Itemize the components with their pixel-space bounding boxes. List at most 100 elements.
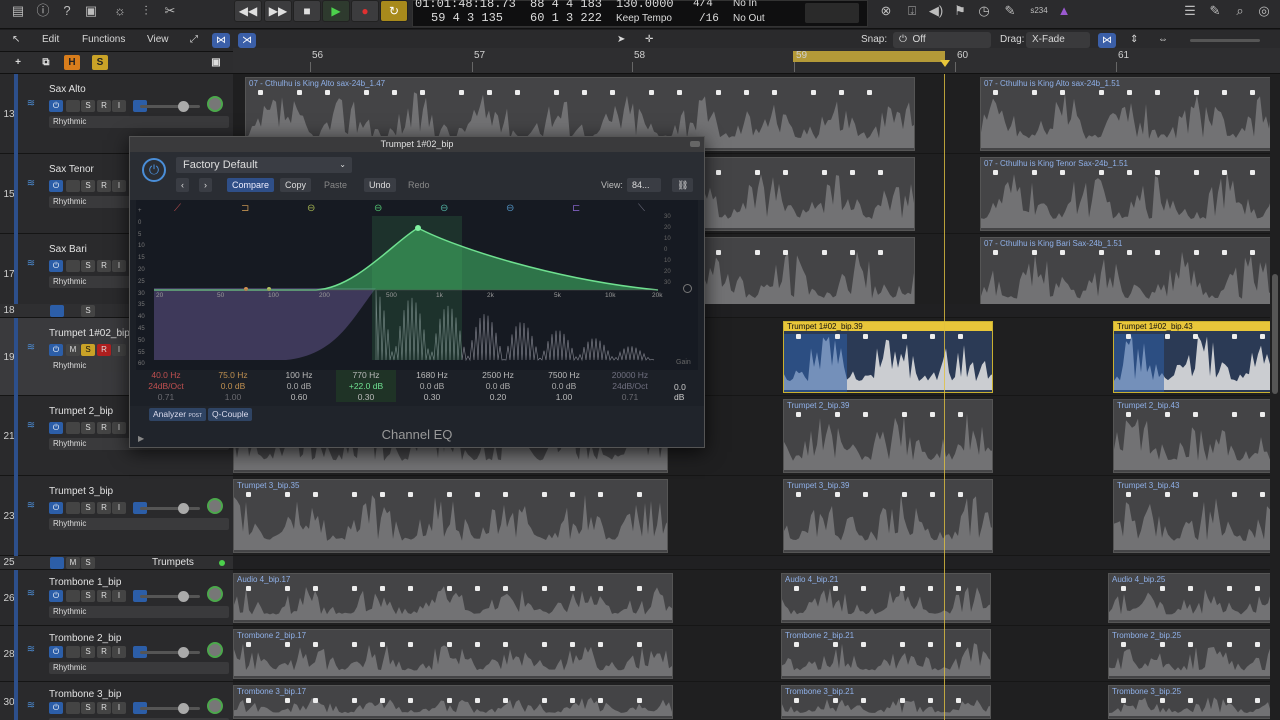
band-frequency[interactable]: 1680 Hz	[402, 370, 462, 380]
back-icon[interactable]: ↖	[12, 34, 20, 45]
flex-marker[interactable]	[285, 492, 290, 497]
flex-marker[interactable]	[408, 492, 413, 497]
flex-marker[interactable]	[420, 90, 425, 95]
track-power-button[interactable]: ⏻	[49, 260, 63, 272]
edit-icon[interactable]: ✎	[1205, 2, 1225, 20]
track-power-button[interactable]: ⏻	[49, 344, 63, 356]
pan-knob[interactable]	[207, 586, 223, 602]
flex-marker[interactable]	[850, 170, 855, 175]
track-power-button[interactable]: ⏻	[49, 100, 63, 112]
flex-icon[interactable]: ⋈	[212, 33, 230, 48]
audio-region[interactable]: Audio 4_bip.17	[233, 573, 673, 623]
copy-button[interactable]: Copy	[280, 178, 312, 192]
gain-handle-icon[interactable]	[683, 284, 692, 293]
flex-marker[interactable]	[1194, 250, 1199, 255]
track-header[interactable]: 25 M S Trumpets	[0, 556, 233, 570]
flex-marker[interactable]	[610, 90, 615, 95]
flex-marker[interactable]	[1165, 412, 1170, 417]
flex-marker[interactable]	[554, 90, 559, 95]
band-q[interactable]: 0.71	[136, 392, 196, 402]
flex-marker[interactable]	[1160, 642, 1165, 647]
flex-marker[interactable]	[900, 698, 905, 703]
band-frequency[interactable]: 7500 Hz	[534, 370, 594, 380]
volume-fader[interactable]	[140, 591, 200, 602]
flex-marker[interactable]	[1060, 250, 1065, 255]
track-input-button[interactable]: I	[112, 180, 126, 192]
track-mute-icon[interactable]	[26, 305, 38, 317]
track-power-button[interactable]: ⏻	[49, 702, 63, 714]
flex-marker[interactable]	[1188, 642, 1193, 647]
flex-marker[interactable]	[1255, 698, 1260, 703]
band-3-params[interactable]: 100 Hz 0.0 dB 0.60	[269, 370, 329, 402]
flex-marker[interactable]	[1222, 170, 1227, 175]
flex-marker[interactable]	[1032, 90, 1037, 95]
flex-marker[interactable]	[755, 170, 760, 175]
track-header[interactable]: 23 Trumpet 3_bip ≋ ⏻ S R I Rhythmic	[0, 476, 233, 556]
track-solo-button[interactable]: S	[81, 557, 95, 569]
flex-marker[interactable]	[392, 90, 397, 95]
track-name[interactable]: Trombone 3_bip	[49, 689, 121, 700]
flex-marker[interactable]	[867, 90, 872, 95]
flex-marker[interactable]	[1260, 492, 1265, 497]
flex-marker[interactable]	[1194, 90, 1199, 95]
flex-marker[interactable]	[928, 642, 933, 647]
flex-marker[interactable]	[783, 250, 788, 255]
view-select[interactable]: 84...	[627, 178, 661, 192]
track-mute-icon[interactable]	[26, 557, 38, 569]
zoom-slider[interactable]	[1190, 39, 1260, 42]
flex-marker[interactable]	[352, 492, 357, 497]
flex-marker[interactable]	[1121, 698, 1126, 703]
flex-marker[interactable]	[928, 698, 933, 703]
play-button[interactable]: ▶	[322, 0, 350, 22]
volume-fader[interactable]	[140, 647, 200, 658]
track-power-button[interactable]: ⏻	[49, 180, 63, 192]
flex-marker[interactable]	[861, 698, 866, 703]
track-solo-button[interactable]: S	[81, 646, 95, 658]
hide-button[interactable]: H	[64, 55, 80, 70]
bar-ruler[interactable]: 56 57 58 59 60 61	[233, 48, 1280, 74]
editors-icon[interactable]: ✂	[160, 2, 180, 20]
track-power-button[interactable]: ⏻	[49, 502, 63, 514]
flex-marker[interactable]	[475, 642, 480, 647]
flex-marker[interactable]	[958, 334, 963, 339]
flex-marker[interactable]	[958, 412, 963, 417]
flex-marker[interactable]	[930, 412, 935, 417]
flex-marker[interactable]	[1121, 642, 1126, 647]
flex-marker[interactable]	[794, 586, 799, 591]
band-gain[interactable]: 0.0 dB	[402, 381, 462, 391]
audio-region[interactable]: Trombone 3_bip.17	[233, 685, 673, 719]
flex-marker[interactable]	[1032, 170, 1037, 175]
track-mute-button[interactable]	[66, 180, 80, 192]
flex-marker[interactable]	[822, 170, 827, 175]
track-record-button[interactable]: R	[97, 180, 111, 192]
flex-marker[interactable]	[1126, 412, 1131, 417]
flex-marker[interactable]	[1126, 492, 1131, 497]
track-solo-button[interactable]: S	[81, 180, 95, 192]
flex-marker[interactable]	[956, 586, 961, 591]
flex-marker[interactable]	[902, 412, 907, 417]
audio-region[interactable]: Trombone 3_bip.21	[781, 685, 991, 719]
track-mute-button[interactable]	[66, 702, 80, 714]
pencil-icon[interactable]: ✎	[1000, 2, 1020, 20]
audio-region[interactable]: 07 - Cthulhu is King Alto sax-24b_1.51	[980, 77, 1280, 151]
band-q[interactable]: 1.00	[203, 392, 263, 402]
track-name[interactable]: Sax Alto	[49, 84, 86, 95]
flex-marker[interactable]	[1188, 698, 1193, 703]
preset-menu[interactable]: Factory Default ⌄	[176, 157, 352, 173]
flex-marker[interactable]	[258, 90, 263, 95]
track-header[interactable]: 26 Trombone 1_bip ≋ ⏻ S R I Rhythmic	[0, 570, 233, 626]
track-power-button[interactable]: ⏻	[49, 422, 63, 434]
tuner-icon[interactable]: ⍗	[902, 2, 922, 20]
flex-marker[interactable]	[313, 492, 318, 497]
track-solo-button[interactable]: S	[81, 260, 95, 272]
audio-region[interactable]: 07 - Cthulhu is King Tenor Sax-24b_1.51	[980, 157, 1280, 231]
flex-marker[interactable]	[794, 642, 799, 647]
volume-fader[interactable]	[140, 101, 200, 112]
flex-marker[interactable]	[542, 642, 547, 647]
flex-marker[interactable]	[1099, 90, 1104, 95]
track-name[interactable]: Trombone 2_bip	[49, 633, 121, 644]
flex-marker[interactable]	[755, 250, 760, 255]
flex-marker[interactable]	[1155, 250, 1160, 255]
flex-marker[interactable]	[325, 90, 330, 95]
flex-marker[interactable]	[447, 586, 452, 591]
